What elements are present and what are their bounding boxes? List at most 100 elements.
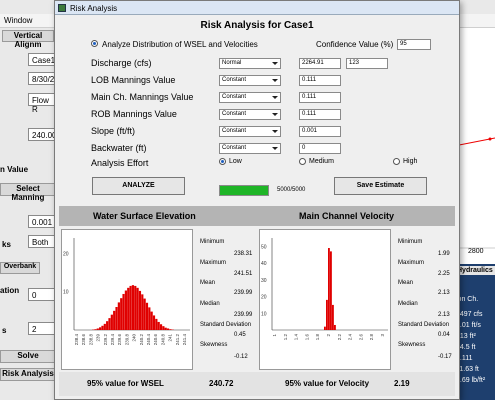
param-value-1[interactable]: 0 [299,143,341,154]
wsel-stats: Minimum 238.31 Maximum 241.51 Mean 239.9… [198,229,258,370]
wsel-std-value: 0.45 [234,332,246,338]
wsel-y-tick-label: 20 [63,251,69,257]
velocity-95-label: 95% value for Velocity [285,379,370,388]
wsel-bar [117,302,120,330]
distribution-dropdown[interactable]: Constant [219,75,281,86]
vel-x-tick-label: 2.2 [337,334,342,341]
wsel-median-label: Median [200,301,220,307]
analyze-button[interactable]: ANALYZE [92,177,185,195]
effort-high-radio[interactable] [393,158,400,165]
dialog-titlebar[interactable]: Risk Analysis [55,1,459,15]
value-field[interactable]: 240.00 [28,128,56,141]
wsel-x-tick-label: 241.2 [175,334,180,346]
vel-median-label: Median [398,301,418,307]
vel-skew-label: Skewness [398,342,426,348]
effort-label: Analysis Effort [91,158,149,168]
param-value-1[interactable]: 0.111 [299,92,341,103]
vel-x-tick-label: 2.8 [369,334,374,341]
wsel-x-tick-label: 240.4 [146,334,151,346]
vel-bar [332,304,334,330]
wsel-x-tick-label: 238.4 [74,334,79,346]
wsel-bar [152,315,156,330]
vel-y-tick-label: 10 [261,311,267,317]
analyze-distribution-radio[interactable] [91,40,98,47]
param-label: Backwater (ft) [91,143,147,153]
section-vertical-alignment[interactable]: Vertical Alignm [2,30,54,49]
zero-field[interactable]: 0 [28,288,56,301]
progress-fill [220,186,268,195]
chevron-down-icon [272,96,278,99]
param-value-2[interactable]: 123 [346,58,388,69]
wsel-median-value: 239.99 [234,312,253,318]
vel-y-tick-label: 50 [261,244,267,250]
param-value-1[interactable]: 0.111 [299,75,341,86]
wsel-bar [124,290,127,330]
select-manning-button[interactable]: Select Manning [0,183,56,202]
effort-high-label: High [403,158,418,165]
param-value-1[interactable]: 2264.91 [299,58,341,69]
velocity-title: Main Channel Velocity [299,211,395,221]
vel-std-value: 0.04 [438,332,450,338]
chevron-down-icon [272,62,278,65]
wsel-bar [110,314,113,330]
wsel-bar [99,327,102,330]
distribution-value: Constant [222,145,247,151]
both-field[interactable]: Both [28,235,56,248]
wsel-histogram: 20 10 238.4 238.6 238.8 239 239.2 239.4 239.6 239… [61,229,193,370]
param-label: ROB Mannings Value [91,109,177,119]
wsel-x-tick-label: 240.6 [153,334,158,346]
param-value-1[interactable]: 0.001 [299,126,341,137]
wsel-bar [115,307,118,330]
hydraulics-title: Hydraulics [456,266,495,275]
app-icon [58,4,66,12]
effort-medium-radio[interactable] [299,158,306,165]
small-value-field[interactable]: 0.001 [28,215,56,228]
menu-window[interactable]: Window [4,16,32,25]
vel-y-tick-label: 40 [261,261,267,267]
vel-bar [328,248,330,330]
wsel-x-tick-label: 238.8 [88,334,93,346]
wsel-x-tick-label: 239.2 [103,334,108,346]
vel-skew-value: -0.17 [438,354,452,360]
results-header: Water Surface Elevation Main Channel Vel… [59,206,455,226]
distribution-value: Constant [222,94,247,100]
chevron-down-icon [272,147,278,150]
wsel-bar [103,323,106,330]
date-field[interactable]: 8/30/20 [28,72,59,85]
distribution-dropdown[interactable]: Constant [219,92,281,103]
flow-field[interactable]: Flow R [28,93,56,114]
distribution-dropdown[interactable]: Constant [219,109,281,120]
distribution-dropdown[interactable]: Normal [219,58,281,69]
risk-analysis-button[interactable]: Risk Analysis [0,368,56,381]
vel-std-label: Standard Deviation [398,322,450,328]
wsel-x-tick-label: 241 [168,334,173,342]
wsel-bar [96,328,99,330]
distribution-dropdown[interactable]: Constant [219,126,281,137]
case-field[interactable]: Case1 [28,53,56,66]
dialog-heading: Risk Analysis for Case1 [200,20,314,31]
ation-label: ation [0,286,20,295]
risk-analysis-dialog: Risk Analysis Risk Analysis for Case1 An… [54,0,460,400]
wsel-bar [136,287,139,330]
effort-low-radio[interactable] [219,158,226,165]
wsel-bar [166,328,170,330]
param-value-1[interactable]: 0.111 [299,109,341,120]
wsel-bar [108,318,111,330]
distribution-dropdown[interactable]: Constant [219,143,281,154]
solve-button[interactable]: Solve [0,350,56,363]
wsel-bar [106,321,109,330]
wsel-mean-label: Mean [200,280,216,286]
wsel-bar [138,290,142,330]
save-estimate-button[interactable]: Save Estimate [334,177,427,195]
velocity-stats: Minimum 1.99 Maximum 2.25 Mean 2.13 Medi… [396,229,456,370]
wsel-bar [129,285,132,330]
hydraulics-value: 0.69 lb/ft² [456,377,486,384]
vel-max-value: 2.25 [438,271,450,277]
overbank-button[interactable]: Overbank [0,262,40,274]
vel-x-tick-label: 1.2 [283,334,288,341]
confidence-input[interactable]: 95 [397,39,431,50]
vel-bar [334,324,336,330]
s-label: s [2,326,7,335]
two-field[interactable]: 2 [28,322,56,335]
value-label: n Value [0,165,29,174]
